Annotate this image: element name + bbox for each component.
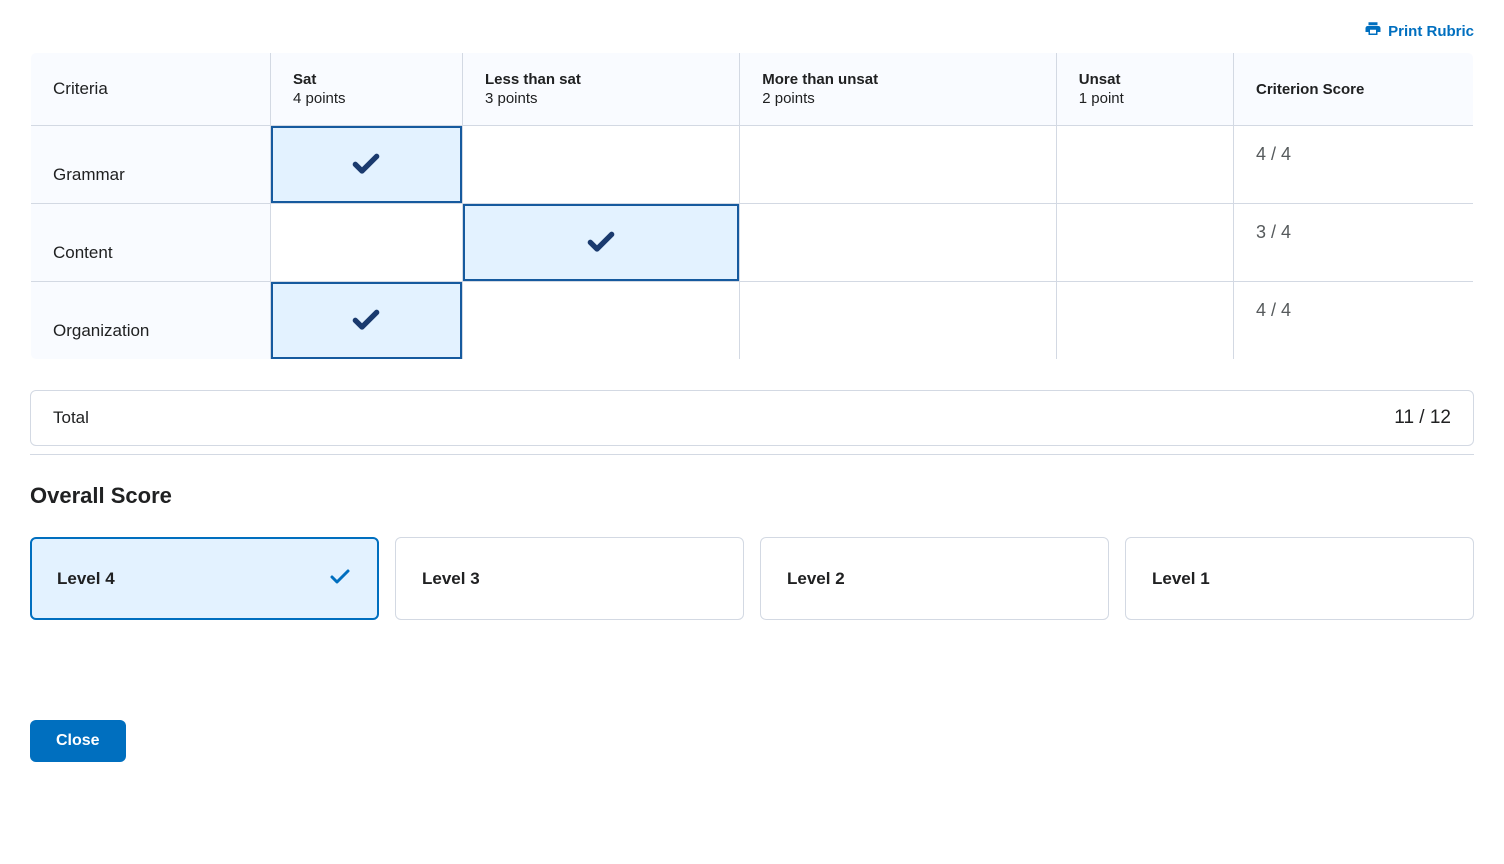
overall-level-label: Level 3 (422, 569, 480, 589)
criteria-header: Criteria (31, 53, 271, 126)
rubric-level-cell[interactable] (271, 204, 463, 282)
criterion-score-cell: 4 / 4 (1234, 282, 1474, 360)
print-icon (1364, 20, 1382, 42)
rubric-level-cell[interactable] (462, 282, 739, 360)
criteria-name-cell: Content (31, 204, 271, 282)
table-row: Content 3 / 4 (31, 204, 1474, 282)
criterion-score-header: Criterion Score (1234, 53, 1474, 126)
table-row: Organization 4 / 4 (31, 282, 1474, 360)
criteria-name-cell: Organization (31, 282, 271, 360)
level-header: Sat 4 points (271, 53, 463, 126)
rubric-level-cell[interactable] (271, 126, 463, 204)
rubric-table: Criteria Sat 4 points Less than sat 3 po… (30, 52, 1474, 360)
rubric-level-cell[interactable] (740, 282, 1057, 360)
overall-score-title: Overall Score (30, 483, 1474, 509)
checkmark-icon (585, 225, 617, 257)
rubric-level-cell[interactable] (1056, 282, 1233, 360)
checkmark-icon (350, 303, 382, 335)
overall-level-label: Level 4 (57, 569, 115, 589)
total-label: Total (53, 408, 89, 428)
total-row: Total 11 / 12 (30, 390, 1474, 446)
rubric-level-cell[interactable] (462, 204, 739, 282)
table-row: Grammar 4 / 4 (31, 126, 1474, 204)
total-value: 11 / 12 (1394, 407, 1451, 429)
rubric-level-cell[interactable] (271, 282, 463, 360)
criterion-score-cell: 4 / 4 (1234, 126, 1474, 204)
print-rubric-link[interactable]: Print Rubric (1364, 20, 1474, 42)
overall-level-option[interactable]: Level 1 (1125, 537, 1474, 620)
overall-level-option[interactable]: Level 2 (760, 537, 1109, 620)
overall-levels: Level 4 Level 3 Level 2 Level 1 (30, 537, 1474, 620)
level-points: 3 points (485, 90, 538, 107)
print-rubric-label: Print Rubric (1388, 23, 1474, 40)
checkmark-icon (328, 564, 352, 593)
close-button[interactable]: Close (30, 720, 126, 762)
overall-level-label: Level 2 (787, 569, 845, 589)
level-name: Sat (293, 71, 440, 88)
overall-level-label: Level 1 (1152, 569, 1210, 589)
rubric-level-cell[interactable] (740, 204, 1057, 282)
level-points: 4 points (293, 90, 346, 107)
level-points: 1 point (1079, 90, 1124, 107)
rubric-level-cell[interactable] (740, 126, 1057, 204)
rubric-level-cell[interactable] (1056, 204, 1233, 282)
level-header: More than unsat 2 points (740, 53, 1057, 126)
checkmark-icon (350, 147, 382, 179)
overall-level-option[interactable]: Level 3 (395, 537, 744, 620)
level-points: 2 points (762, 90, 815, 107)
divider (30, 454, 1474, 455)
level-header: Less than sat 3 points (462, 53, 739, 126)
criteria-name-cell: Grammar (31, 126, 271, 204)
level-name: Less than sat (485, 71, 717, 88)
overall-level-option[interactable]: Level 4 (30, 537, 379, 620)
level-name: More than unsat (762, 71, 1034, 88)
criterion-score-cell: 3 / 4 (1234, 204, 1474, 282)
rubric-level-cell[interactable] (1056, 126, 1233, 204)
level-header: Unsat 1 point (1056, 53, 1233, 126)
rubric-level-cell[interactable] (462, 126, 739, 204)
level-name: Unsat (1079, 71, 1211, 88)
